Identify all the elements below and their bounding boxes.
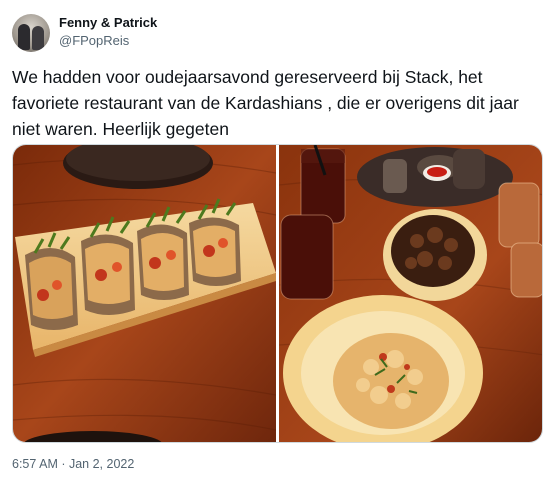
avatar-person-right xyxy=(32,26,44,50)
avatar-person-left xyxy=(18,24,30,50)
photo-risotto[interactable] xyxy=(279,145,542,442)
tweet: Fenny & Patrick @FPopReis We hadden voor… xyxy=(0,0,555,483)
author-name[interactable]: Fenny & Patrick xyxy=(59,15,157,30)
media-grid xyxy=(12,144,543,443)
photo-risotto-image xyxy=(279,145,542,442)
avatar[interactable] xyxy=(12,14,50,52)
tweet-timestamp[interactable]: 6:57 AM · Jan 2, 2022 xyxy=(12,457,134,471)
author-handle[interactable]: @FPopReis xyxy=(59,33,129,48)
photo-tacos[interactable] xyxy=(13,145,276,442)
tweet-text: We hadden voor oudejaarsavond gereservee… xyxy=(12,67,519,139)
photo-tacos-image xyxy=(13,145,276,442)
